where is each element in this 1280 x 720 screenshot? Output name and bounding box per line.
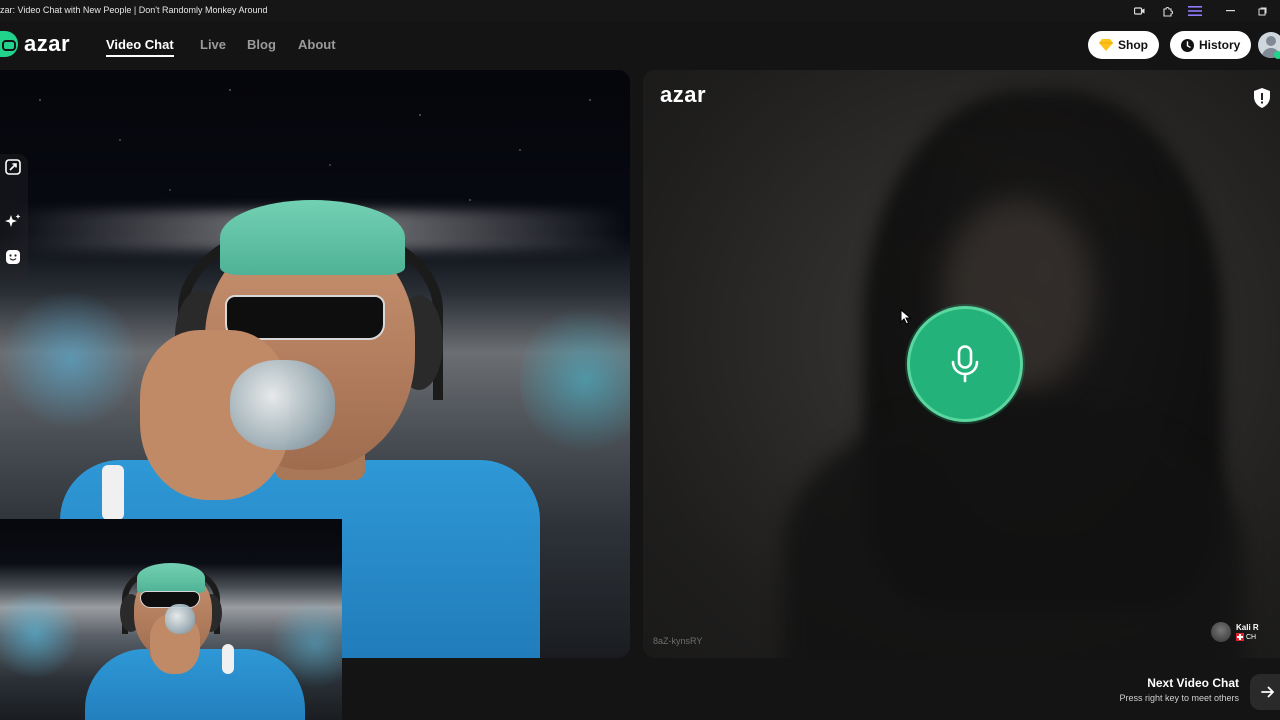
shop-label: Shop — [1118, 38, 1148, 52]
nav-link-blog[interactable]: Blog — [247, 37, 276, 52]
next-chat-subtitle: Press right key to meet others — [1119, 693, 1239, 703]
azar-logo-icon — [0, 31, 18, 57]
emoji-icon[interactable] — [4, 248, 22, 266]
report-button[interactable] — [1253, 88, 1271, 108]
restore-icon[interactable] — [1253, 3, 1271, 19]
partner-info[interactable]: Kali R CH — [1211, 622, 1259, 642]
background-glow — [0, 589, 80, 679]
nav-link-video-chat[interactable]: Video Chat — [106, 37, 174, 57]
microphone-icon — [951, 345, 979, 383]
azar-logo[interactable]: azar — [0, 31, 70, 57]
window-title: zar: Video Chat with New People | Don't … — [0, 5, 268, 15]
next-chat-title: Next Video Chat — [1147, 676, 1239, 690]
partner-country: CH — [1236, 633, 1259, 641]
sparkle-effects-icon[interactable] — [4, 212, 22, 230]
window-titlebar: zar: Video Chat with New People | Don't … — [0, 0, 1280, 22]
microphone-button[interactable] — [907, 306, 1023, 422]
partner-country-code: CH — [1246, 633, 1257, 641]
side-toolbar — [0, 154, 28, 282]
extensions-icon[interactable] — [1159, 3, 1177, 19]
partner-user-id: 8aZ-kynsRY — [653, 636, 703, 646]
history-button[interactable]: History — [1170, 31, 1252, 59]
gem-icon — [1099, 39, 1113, 51]
expand-icon[interactable] — [4, 158, 22, 176]
minimize-icon[interactable] — [1221, 3, 1239, 19]
camera-icon[interactable] — [1130, 3, 1148, 19]
partner-video: azar 8aZ-kynsRY Kali R CH — [643, 70, 1280, 658]
arrow-right-icon — [1250, 674, 1280, 710]
nav-link-live[interactable]: Live — [200, 37, 226, 52]
partner-name: Kali R — [1236, 623, 1259, 632]
shield-alert-icon — [1254, 88, 1270, 108]
background-glow — [0, 290, 140, 430]
history-label: History — [1199, 38, 1241, 52]
nav-link-about[interactable]: About — [298, 37, 336, 52]
next-video-chat-button[interactable]: Next Video Chat Press right key to meet … — [1100, 674, 1280, 710]
menu-icon[interactable] — [1186, 3, 1204, 19]
shop-button[interactable]: Shop — [1088, 31, 1159, 59]
mouse-cursor-icon — [900, 309, 912, 325]
partner-panel-logo: azar — [660, 82, 707, 107]
logo-text: azar — [24, 31, 71, 56]
partner-avatar — [1211, 622, 1231, 642]
top-nav: azar Video Chat Live Blog About Shop His… — [0, 22, 1280, 68]
swiss-flag-icon — [1236, 633, 1244, 641]
self-video-preview — [0, 519, 342, 720]
online-status-dot — [1274, 51, 1280, 59]
clock-icon — [1181, 38, 1194, 52]
